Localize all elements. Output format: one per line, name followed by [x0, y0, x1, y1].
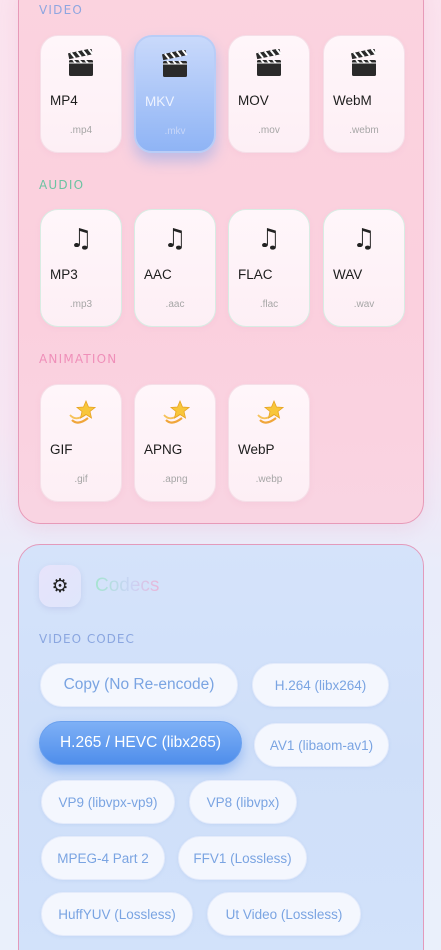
- codec-option-vp8[interactable]: VP8 (libvpx): [189, 780, 297, 824]
- format-extension: .mkv: [164, 126, 186, 137]
- codec-option-ffv1[interactable]: FFV1 (Lossless): [178, 836, 307, 880]
- format-tile-apng[interactable]: APNG .apng: [134, 384, 216, 502]
- format-name: MOV: [238, 93, 269, 108]
- clapperboard-icon: [41, 48, 121, 87]
- format-name: WebM: [333, 93, 372, 108]
- format-name: WAV: [333, 267, 363, 282]
- formats-panel: VIDEO MP4 .mp4 MKV .mkv MOV .mov WebM .w…: [18, 0, 424, 524]
- format-name: MP3: [50, 267, 78, 282]
- music-note-icon: ♫: [257, 224, 281, 254]
- clapperboard-icon: [229, 48, 309, 87]
- format-tile-mkv[interactable]: MKV .mkv: [134, 35, 216, 153]
- format-extension: .webm: [349, 125, 379, 136]
- music-note-icon: ♫: [163, 224, 187, 254]
- codec-option-av1[interactable]: AV1 (libaom-av1): [254, 723, 389, 767]
- format-tile-mov[interactable]: MOV .mov: [228, 35, 310, 153]
- audio-section-label: AUDIO: [39, 178, 85, 192]
- dizzy-star-icon: [229, 398, 309, 436]
- dizzy-star-icon: [135, 398, 215, 436]
- codecs-title: Codecs: [95, 575, 160, 596]
- codec-option-vp9[interactable]: VP9 (libvpx-vp9): [41, 780, 175, 824]
- video-codec-label: VIDEO CODEC: [39, 632, 135, 646]
- format-extension: .apng: [162, 474, 188, 485]
- codecs-panel: ⚙ Codecs VIDEO CODEC Copy (No Re-encode)…: [18, 544, 424, 950]
- format-tile-flac[interactable]: ♫ FLAC .flac: [228, 209, 310, 327]
- codec-option-utvideo[interactable]: Ut Video (Lossless): [207, 892, 361, 936]
- format-extension: .mp4: [69, 125, 93, 136]
- format-extension: .mp3: [69, 299, 93, 310]
- clapperboard-icon: [324, 48, 404, 87]
- music-note-icon: ♫: [69, 224, 93, 254]
- format-extension: .gif: [74, 474, 88, 485]
- format-name: GIF: [50, 442, 73, 457]
- format-extension: .wav: [353, 299, 375, 310]
- format-tile-aac[interactable]: ♫ AAC .aac: [134, 209, 216, 327]
- format-tile-wav[interactable]: ♫ WAV .wav: [323, 209, 405, 327]
- format-name: APNG: [144, 442, 183, 457]
- format-tile-webp[interactable]: WebP .webp: [228, 384, 310, 502]
- dizzy-star-icon: [41, 398, 121, 436]
- codec-option-mpeg4[interactable]: MPEG-4 Part 2: [41, 836, 165, 880]
- format-tile-gif[interactable]: GIF .gif: [40, 384, 122, 502]
- format-tile-webm[interactable]: WebM .webm: [323, 35, 405, 153]
- codec-option-h265[interactable]: H.265 / HEVC (libx265): [39, 721, 242, 765]
- format-name: MP4: [50, 93, 78, 108]
- format-tile-mp4[interactable]: MP4 .mp4: [40, 35, 122, 153]
- format-extension: .mov: [258, 125, 280, 136]
- clapperboard-icon: [136, 49, 214, 88]
- format-name: WebP: [238, 442, 275, 457]
- gear-icon: ⚙: [39, 565, 81, 607]
- codec-option-huffyuv[interactable]: HuffYUV (Lossless): [41, 892, 193, 936]
- format-name: FLAC: [238, 267, 273, 282]
- format-extension: .aac: [165, 299, 185, 310]
- format-tile-mp3[interactable]: ♫ MP3 .mp3: [40, 209, 122, 327]
- music-note-icon: ♫: [352, 224, 376, 254]
- format-extension: .webp: [255, 474, 283, 485]
- format-name: AAC: [144, 267, 172, 282]
- codec-option-copy[interactable]: Copy (No Re-encode): [40, 663, 238, 707]
- video-section-label: VIDEO: [39, 3, 84, 17]
- animation-section-label: ANIMATION: [39, 352, 118, 366]
- format-extension: .flac: [259, 299, 279, 310]
- format-name: MKV: [145, 94, 175, 109]
- codec-option-h264[interactable]: H.264 (libx264): [252, 663, 389, 707]
